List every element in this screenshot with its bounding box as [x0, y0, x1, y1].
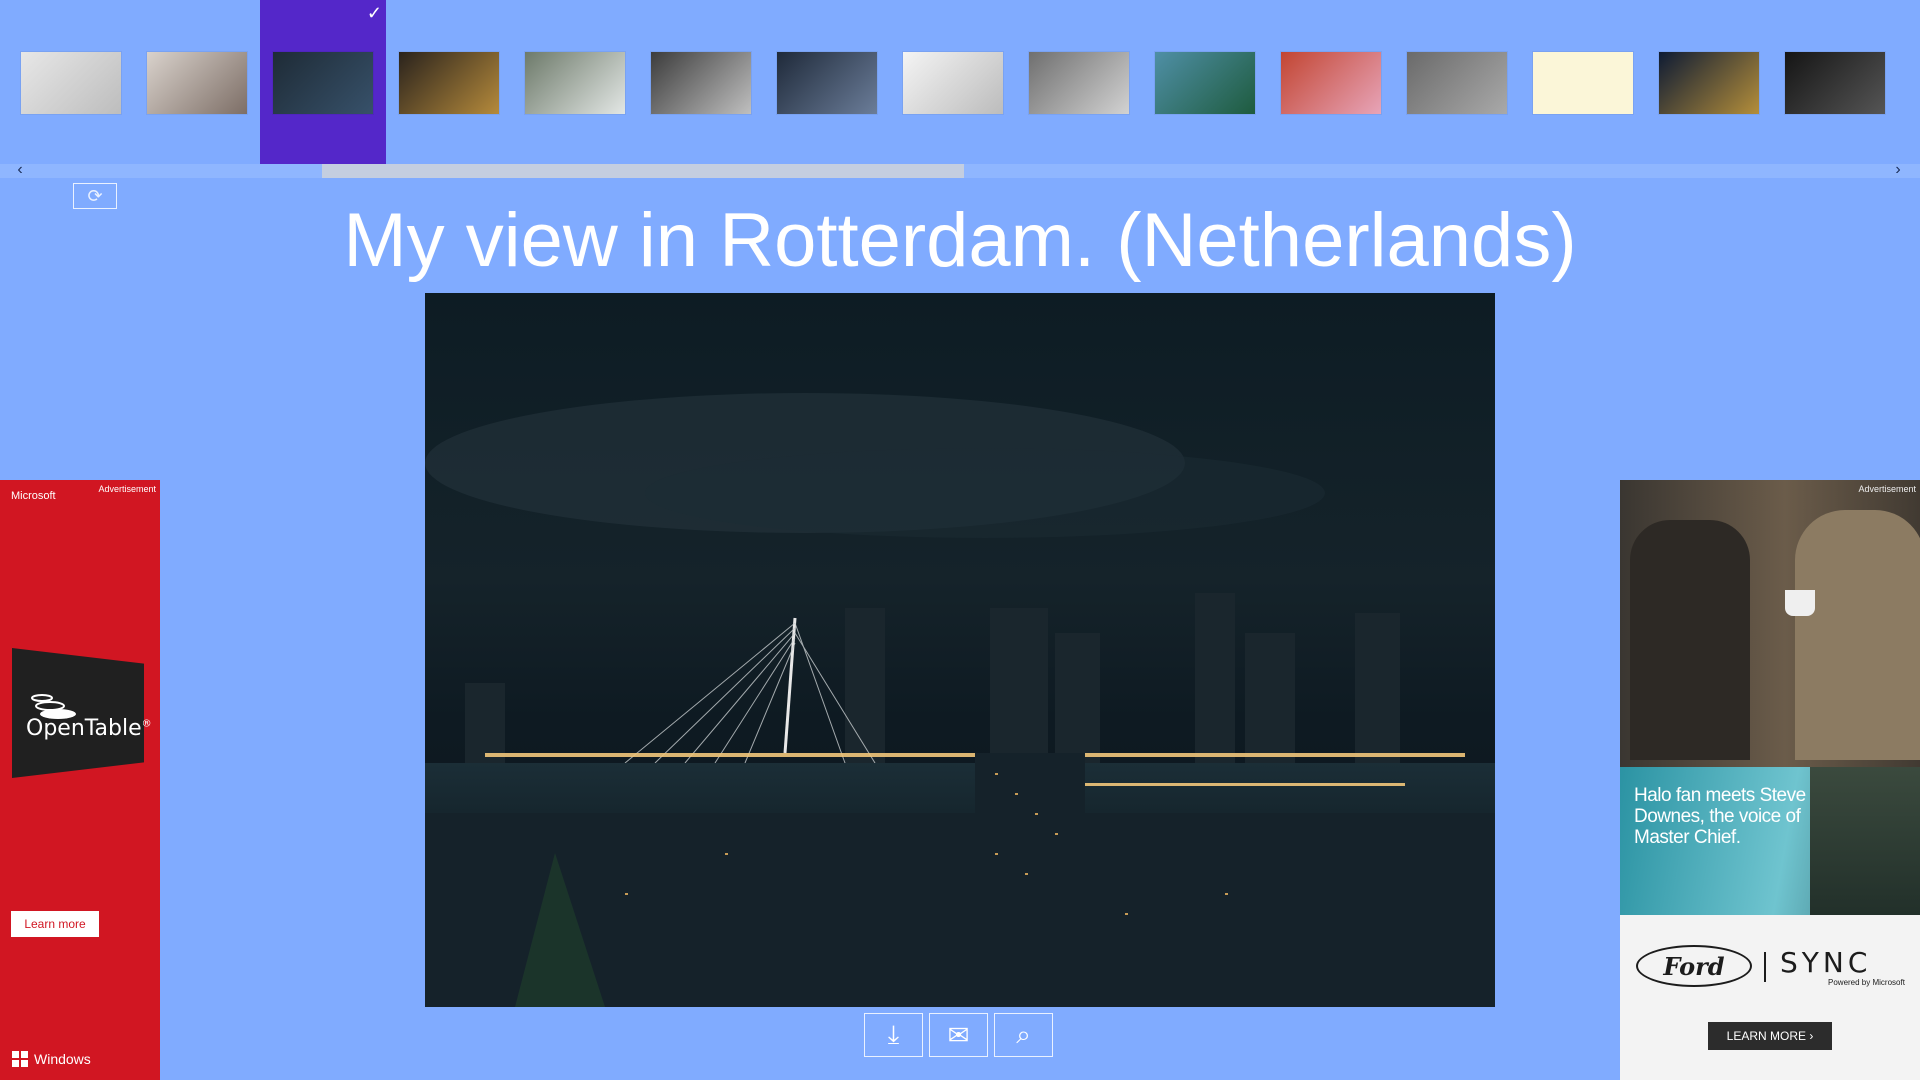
thumbnail-3[interactable]: ✓ [260, 0, 386, 165]
thumbnail-10[interactable] [1142, 0, 1268, 165]
windows-brand: Windows [12, 1051, 91, 1067]
learn-more-button[interactable]: Learn more [11, 911, 99, 937]
scroll-left-arrow-icon[interactable]: ‹ [10, 160, 30, 180]
thumbnail-image [1029, 51, 1129, 114]
scroll-right-arrow-icon[interactable]: › [1888, 160, 1908, 180]
download-icon: ⤓ [887, 1019, 900, 1049]
thumbnail-15[interactable] [1772, 0, 1898, 165]
thumbnail-image [525, 51, 625, 114]
master-chief-image [1810, 767, 1920, 915]
windows-label: Windows [34, 1051, 91, 1067]
thumbnail-1[interactable] [8, 0, 134, 165]
thumbnail-image [1281, 51, 1381, 114]
thumbnail-8[interactable] [890, 0, 1016, 165]
thumbnail-14[interactable] [1646, 0, 1772, 165]
scrollbar-thumb[interactable] [322, 164, 964, 178]
main-photo [425, 293, 1495, 1007]
thumbnail-strip: ✓ [0, 0, 1920, 165]
thumbnail-image [903, 51, 1003, 114]
opentable-name: OpenTable [26, 716, 142, 741]
thumbnail-image [1155, 51, 1255, 114]
ford-logo: Ford [1636, 945, 1752, 987]
page-title: My view in Rotterdam. (Netherlands) [343, 198, 1577, 283]
thumbnail-image [1785, 51, 1885, 114]
coffee-mug-icon [1785, 590, 1815, 616]
thumbnail-image [399, 51, 499, 114]
sync-logo: SYNC [1780, 946, 1872, 979]
thumbnail-image [21, 51, 121, 114]
checkmark-icon: ✓ [366, 3, 382, 23]
thumbnail-5[interactable] [512, 0, 638, 165]
logo-divider [1764, 952, 1766, 982]
thumbnail-13[interactable] [1520, 0, 1646, 165]
microsoft-brand: Microsoft [11, 490, 56, 502]
photo-actions: ⤓ ✉ ⌕ [864, 1013, 1053, 1057]
thumbnail-2[interactable] [134, 0, 260, 165]
left-advertisement[interactable]: Advertisement Microsoft OpenTable® Learn… [0, 480, 160, 1080]
city-skyline-image [425, 393, 1495, 1007]
halo-headline: Halo fan meets Steve Downes, the voice o… [1634, 785, 1806, 848]
thumbnail-image [273, 51, 373, 114]
windows-logo-icon [12, 1051, 28, 1067]
right-advertisement[interactable]: Advertisement Halo fan meets Steve Downe… [1620, 480, 1920, 1080]
sync-tagline: Powered by Microsoft [1828, 978, 1905, 987]
opentable-wordmark: OpenTable® [26, 716, 152, 741]
email-icon: ✉ [947, 1019, 970, 1050]
thumbnail-image [1407, 51, 1507, 114]
thumbnail-image [1533, 51, 1633, 114]
thumbnail-11[interactable] [1268, 0, 1394, 165]
download-button[interactable]: ⤓ [864, 1013, 923, 1057]
thumbnail-6[interactable] [638, 0, 764, 165]
halo-banner: Halo fan meets Steve Downes, the voice o… [1620, 767, 1920, 915]
learn-more-button[interactable]: LEARN MORE › [1708, 1022, 1832, 1050]
thumbnail-image [1659, 51, 1759, 114]
search-button[interactable]: ⌕ [994, 1013, 1053, 1057]
thumbnail-7[interactable] [764, 0, 890, 165]
thumbnail-image [147, 51, 247, 114]
email-button[interactable]: ✉ [929, 1013, 988, 1057]
thumbnail-image [651, 51, 751, 114]
ad-label: Advertisement [98, 484, 156, 494]
thumbnail-9[interactable] [1016, 0, 1142, 165]
opentable-registered-mark: ® [141, 718, 152, 730]
thumbnail-4[interactable] [386, 0, 512, 165]
thumbnail-12[interactable] [1394, 0, 1520, 165]
ad-photo [1620, 480, 1920, 767]
ad-label: Advertisement [1858, 484, 1916, 494]
thumbnail-image [777, 51, 877, 114]
search-icon: ⌕ [1016, 1019, 1031, 1049]
